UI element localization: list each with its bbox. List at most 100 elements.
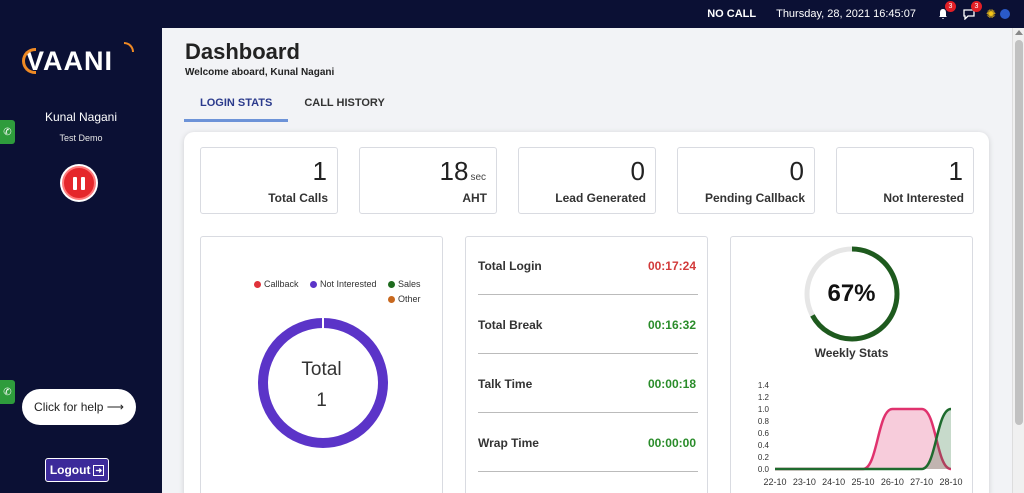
time-label: Total Break — [478, 318, 543, 332]
weekly-panel: 67% Weekly Stats 0.0 0.2 0.4 0.6 0.8 1.0 1.2 1.… — [730, 236, 973, 493]
logo-text: VAANI — [26, 45, 114, 76]
legend-other[interactable]: Other — [388, 294, 421, 304]
x-tick-label: 23-10 — [793, 477, 816, 487]
time-value: 00:17:24 — [647, 259, 696, 273]
divider — [478, 412, 698, 413]
x-tick-label: 27-10 — [910, 477, 933, 487]
stat-label: Lead Generated — [555, 191, 646, 205]
messages-badge: 3 — [970, 1, 982, 12]
time-row-wrap-time: Wrap Time 00:00:00 — [478, 436, 696, 450]
y-tick-label: 0.6 — [758, 429, 770, 438]
stat-value: 0 — [790, 156, 804, 187]
notifications-button[interactable]: 3 — [934, 1, 956, 22]
time-row-total-login: Total Login 00:17:24 — [478, 259, 696, 273]
time-value: 00:00:18 — [647, 377, 696, 391]
time-panel: Total Login 00:17:24 Total Break 00:16:3… — [465, 236, 708, 493]
donut-center-title: Total — [301, 359, 342, 380]
tab-call-history[interactable]: CALL HISTORY — [288, 90, 400, 122]
agent-name: Kunal Nagani — [44, 110, 118, 124]
time-value: 00:16:32 — [647, 318, 696, 332]
page-title: Dashboard — [185, 39, 300, 64]
phone-icon: ✆ — [3, 386, 12, 398]
logo-wave-icon — [124, 42, 134, 52]
legend-dot — [388, 280, 395, 288]
x-tick-label: 26-10 — [881, 477, 904, 487]
welcome-text: Welcome aboard, Kunal Nagani — [185, 67, 335, 78]
page-scrollbar[interactable] — [1012, 28, 1024, 493]
x-tick-label: 28-10 — [939, 477, 962, 487]
legend-not-interested[interactable]: Not Interested — [310, 279, 377, 289]
divider — [478, 471, 698, 472]
messages-button[interactable]: 3 — [960, 1, 982, 22]
theme-toggle-icon[interactable]: ✺ — [986, 7, 996, 21]
dialer-tab[interactable]: ✆ — [0, 120, 15, 144]
y-tick-label: 0.0 — [758, 465, 770, 474]
scroll-up-icon[interactable] — [1015, 30, 1023, 35]
legend-callback[interactable]: Callback — [254, 279, 299, 289]
stat-label: Pending Callback — [704, 191, 805, 205]
phone-call-icon: ✆ — [3, 126, 12, 138]
time-label: Total Login — [478, 259, 542, 273]
legend-dot — [254, 280, 261, 288]
tab-login-stats[interactable]: LOGIN STATS — [184, 90, 289, 122]
time-row-total-break: Total Break 00:16:32 — [478, 318, 696, 332]
legend-label: Callback — [264, 279, 299, 289]
weekly-percent: 67% — [827, 280, 876, 307]
language-flag-icon[interactable] — [1000, 9, 1010, 19]
help-button[interactable]: Click for help ⟶ — [22, 389, 136, 425]
stat-lead-generated: 0 Lead Generated — [518, 147, 656, 214]
time-value: 00:00:00 — [647, 436, 696, 450]
y-tick-label: 1.2 — [758, 393, 770, 402]
notifications-badge: 3 — [944, 1, 956, 12]
y-tick-label: 0.8 — [758, 417, 770, 426]
x-tick-label: 22-10 — [763, 477, 786, 487]
stat-aht: 18 sec AHT — [359, 147, 497, 214]
stat-total-calls: 1 Total Calls — [200, 147, 338, 214]
stat-unit: sec — [470, 172, 486, 183]
time-label: Wrap Time — [478, 436, 539, 450]
donut-ring-not-interested — [258, 318, 388, 448]
donut-center-value: 1 — [316, 390, 327, 411]
stat-value: 0 — [631, 156, 645, 187]
legend-dot — [310, 280, 317, 288]
stat-pending-callback: 0 Pending Callback — [677, 147, 815, 214]
y-tick-label: 0.2 — [758, 453, 770, 462]
stat-number: 1 — [312, 156, 327, 186]
top-bar: NO CALL Thursday, 28, 2021 16:45:07 3 3 … — [0, 0, 1024, 28]
legend-label: Not Interested — [320, 279, 377, 289]
x-tick-label: 24-10 — [822, 477, 845, 487]
stat-number: 0 — [630, 156, 645, 186]
phone-tab[interactable]: ✆ — [0, 380, 15, 404]
main-content: Dashboard Welcome aboard, Kunal Nagani L… — [162, 28, 1012, 493]
vaani-logo: VAANI — [22, 40, 136, 82]
divider — [478, 294, 698, 295]
time-row-talk-time: Talk Time 00:00:18 — [478, 377, 696, 391]
logout-button[interactable]: Logout ➜ — [45, 458, 109, 482]
legend-label: Sales — [398, 279, 421, 289]
divider — [478, 353, 698, 354]
time-label: Talk Time — [478, 377, 533, 391]
disposition-panel: Callback Not Interested Sales Other Tota… — [200, 236, 443, 493]
stat-label: Total Calls — [268, 191, 328, 205]
x-tick-label: 25-10 — [851, 477, 874, 487]
pause-icon-bar — [73, 176, 77, 190]
logout-label: Logout — [49, 463, 91, 477]
legend-sales[interactable]: Sales — [388, 279, 421, 289]
y-tick-label: 0.4 — [758, 441, 770, 450]
series-0-area — [775, 409, 951, 469]
scrollbar-thumb[interactable] — [1015, 40, 1023, 425]
stat-value: 1 — [949, 156, 963, 187]
stats-card: 1 Total Calls 18 sec AHT 0 Lead Generated… — [184, 132, 989, 493]
pause-icon-bar — [81, 176, 85, 190]
pause-button[interactable] — [62, 166, 96, 200]
call-status: NO CALL — [707, 8, 757, 20]
stat-number: 0 — [789, 156, 804, 186]
stat-value: 18 sec — [440, 156, 486, 187]
stat-not-interested: 1 Not Interested — [836, 147, 974, 214]
logout-icon: ➜ — [93, 464, 105, 476]
stat-label: AHT — [462, 191, 487, 205]
stat-number: 18 — [439, 156, 469, 186]
tab-bar: LOGIN STATS CALL HISTORY — [184, 90, 401, 122]
agent-team: Test Demo — [59, 133, 103, 143]
disposition-donut — [258, 317, 388, 448]
